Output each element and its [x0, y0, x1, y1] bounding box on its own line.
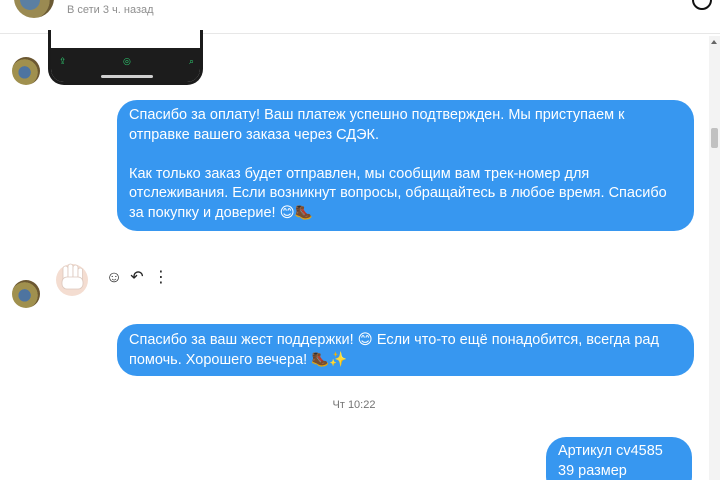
message-text: Спасибо за ваш жест поддержки! 😊 Если чт… [129, 332, 659, 368]
info-icon[interactable] [692, 0, 712, 10]
scrollbar-thumb[interactable] [711, 128, 718, 148]
home-indicator [101, 75, 153, 78]
scrollbar[interactable] [709, 36, 720, 480]
scroll-up-arrow-icon[interactable] [711, 40, 717, 44]
message-text: Спасибо за оплату! Ваш платеж успешно по… [129, 107, 667, 221]
message-bubble[interactable]: Спасибо за оплату! Ваш платеж успешно по… [117, 100, 694, 231]
chat-header: В сети 3 ч. назад [0, 0, 720, 34]
contact-avatar-small[interactable] [12, 280, 40, 308]
search-icon: ⌕ [189, 56, 195, 66]
share-icon: ⇪ [59, 56, 67, 66]
reply-icon[interactable]: ↶ [128, 269, 146, 287]
react-icon[interactable]: ☺ [105, 269, 123, 287]
message-text: Артикул cv4585 39 размер черные [558, 443, 663, 479]
raised-fist-image[interactable] [54, 261, 90, 297]
message-bubble[interactable]: Артикул cv4585 39 размер черные [546, 437, 692, 480]
phone-nav-bar: ⇪ ◎ ⌕ [51, 48, 200, 82]
image-attachment[interactable]: ⇪ ◎ ⌕ [48, 30, 203, 85]
more-icon[interactable]: ⋮ [152, 269, 170, 287]
date-separator: Чт 10:22 [332, 399, 376, 411]
online-status: В сети 3 ч. назад [67, 4, 154, 16]
whatsapp-icon: ◎ [123, 56, 131, 66]
contact-avatar-small[interactable] [12, 57, 40, 85]
message-bubble[interactable]: Спасибо за ваш жест поддержки! 😊 Если чт… [117, 324, 694, 376]
contact-avatar[interactable] [14, 0, 54, 18]
